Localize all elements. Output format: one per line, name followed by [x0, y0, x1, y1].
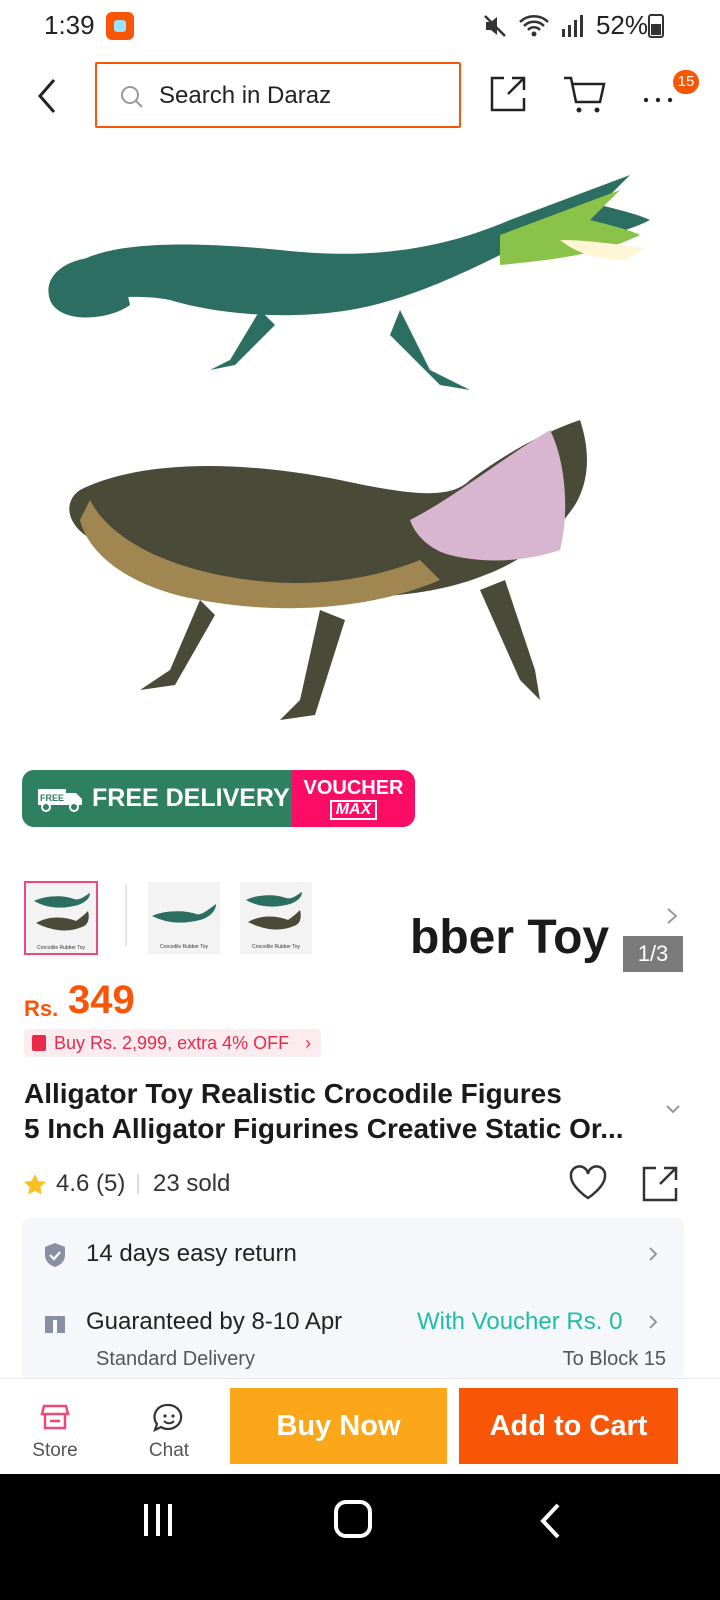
product-title-line-1: Alligator Toy Realistic Crocodile Figure…	[24, 1078, 562, 1109]
thumbnail-image: Crocodile Rubber Toy	[246, 892, 302, 950]
delivery-type: Standard Delivery	[96, 1348, 255, 1370]
return-policy-text: 14 days easy return	[86, 1240, 297, 1267]
thumbnail-image: Crocodile Rubber Toy	[34, 893, 90, 951]
status-indicators: 52%	[482, 10, 670, 41]
sold-count: 23 sold	[153, 1170, 231, 1197]
cart-button[interactable]	[562, 74, 606, 116]
back-nav-icon[interactable]	[538, 1502, 562, 1540]
delivery-location: To Block 15	[562, 1348, 666, 1370]
promo-banner: FREE FREE DELIVERY VOUCHER MAX	[22, 770, 415, 827]
back-button[interactable]	[28, 74, 68, 118]
wifi-icon	[519, 14, 549, 36]
rating-summary[interactable]: 4.6 (5)	[56, 1170, 125, 1198]
product-title: Alligator Toy Realistic Crocodile Figure…	[24, 1076, 644, 1146]
status-bar: 1:39 52%	[0, 0, 720, 50]
chevron-right-icon	[649, 1315, 658, 1329]
rating-count: (5)	[96, 1170, 126, 1197]
signal-icon	[561, 14, 583, 37]
free-delivery-label: FREE FREE DELIVERY	[22, 770, 292, 827]
share-icon	[642, 1166, 678, 1202]
store-button[interactable]: Store	[22, 1398, 88, 1468]
delivery-voucher-text: With Voucher Rs. 0	[417, 1308, 623, 1335]
thumbnail-2[interactable]: Crocodile Rubber Toy	[148, 882, 220, 954]
thumbnail-caption: Crocodile Rubber Toy	[252, 944, 300, 950]
store-label: Store	[32, 1440, 78, 1461]
product-title-line-2: 5 Inch Alligator Figurines Creative Stat…	[24, 1113, 624, 1144]
chevron-down-icon	[666, 1105, 680, 1114]
brown-alligator-image	[69, 420, 587, 720]
package-icon	[45, 1313, 65, 1333]
battery-icon	[648, 14, 664, 38]
thumbnail-1[interactable]: Crocodile Rubber Toy	[24, 881, 98, 955]
free-tag: FREE	[40, 793, 64, 803]
star-icon	[24, 1174, 46, 1195]
shield-check-icon	[45, 1243, 65, 1267]
daraz-notification-icon	[106, 12, 134, 40]
rating-divider	[137, 1174, 139, 1194]
add-to-cart-button[interactable]: Add to Cart	[459, 1388, 678, 1464]
price-value: 349	[68, 978, 135, 1022]
chevron-right-icon: ›	[305, 1033, 312, 1053]
chat-button[interactable]: Chat	[136, 1398, 202, 1468]
chevron-right-icon	[649, 1247, 658, 1261]
home-icon[interactable]	[334, 1500, 372, 1538]
voucher-text: VOUCHER	[303, 776, 404, 799]
wishlist-button[interactable]	[568, 1164, 608, 1202]
title-expand-button[interactable]	[664, 1102, 682, 1116]
thumbnails-next-button[interactable]	[664, 906, 680, 926]
truck-icon: FREE	[38, 788, 82, 812]
product-image[interactable]: bber Toy 1/3	[0, 140, 720, 972]
thumbnail-image: Crocodile Rubber Toy	[152, 904, 216, 950]
more-dots-icon	[643, 97, 673, 103]
search-placeholder: Search in Daraz	[159, 82, 332, 109]
buy-now-button[interactable]: Buy Now	[230, 1388, 447, 1464]
promo-chip[interactable]: Buy Rs. 2,999, extra 4% OFF ›	[24, 1029, 322, 1057]
promo-chip-text: Buy Rs. 2,999, extra 4% OFF	[54, 1033, 290, 1053]
battery-percent: 52%	[595, 10, 648, 40]
thumbnail-3[interactable]: Crocodile Rubber Toy	[240, 882, 312, 954]
service-card: 14 days easy return Guaranteed by 8-10 A…	[22, 1218, 684, 1380]
thumbnail-caption: Crocodile Rubber Toy	[37, 945, 85, 951]
free-delivery-text: FREE DELIVERY	[92, 784, 290, 812]
heart-icon	[569, 1165, 607, 1200]
thumbnail-caption: Crocodile Rubber Toy	[160, 944, 208, 950]
share-icon	[490, 76, 526, 112]
thumbnail-divider	[125, 884, 127, 946]
search-icon	[121, 86, 143, 108]
mute-icon	[484, 14, 506, 37]
store-icon	[40, 1404, 70, 1430]
coupon-icon	[32, 1035, 46, 1051]
notification-badge: 15	[673, 70, 699, 94]
delivery-guarantee-text: Guaranteed by 8-10 Apr	[86, 1308, 343, 1335]
rating-score: 4.6	[56, 1170, 90, 1197]
image-counter: 1/3	[623, 936, 683, 972]
voucher-max-label: VOUCHER MAX	[292, 770, 415, 827]
share-button[interactable]	[488, 74, 528, 114]
price-currency: Rs.	[24, 996, 59, 1021]
max-text: MAX	[329, 799, 378, 820]
image-caption: bber Toy	[410, 911, 610, 964]
search-input[interactable]: Search in Daraz	[95, 62, 461, 128]
chevron-right-icon	[667, 908, 678, 924]
share-product-button[interactable]	[640, 1164, 680, 1204]
chat-icon	[153, 1403, 183, 1433]
chat-label: Chat	[148, 1440, 190, 1461]
green-alligator-image	[48, 175, 650, 390]
cart-icon	[564, 76, 606, 113]
recents-icon[interactable]	[138, 1502, 178, 1538]
chevron-left-icon	[38, 79, 56, 113]
status-time: 1:39	[44, 10, 95, 40]
